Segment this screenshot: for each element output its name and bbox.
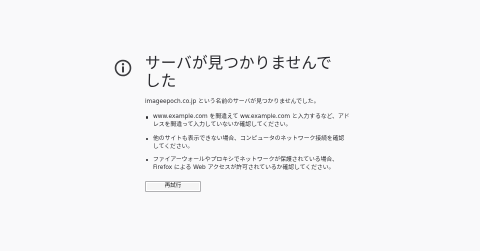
retry-button[interactable]: 再試行 (145, 181, 201, 192)
tip-item: ファイアーウォールやプロキシでネットワークが保護されている場合、Firefox … (145, 156, 350, 172)
error-title: サーバが見つかりませんでした (145, 54, 333, 90)
tip-item: www.example.com を間違えて ww.example.com と入力… (145, 113, 350, 129)
tip-item: 他のサイトも表示できない場合、コンピュータのネットワーク接続を確認してください。 (145, 135, 350, 151)
error-page: サーバが見つかりませんでした imageepoch.co.jp という名前のサー… (0, 0, 480, 251)
tips-list: www.example.com を間違えて ww.example.com と入力… (145, 113, 350, 172)
error-description: imageepoch.co.jp という名前のサーバが見つかりませんでした。 (145, 99, 320, 105)
info-icon (114, 59, 132, 77)
error-content: imageepoch.co.jp という名前のサーバが見つかりませんでした。 w… (145, 98, 350, 177)
